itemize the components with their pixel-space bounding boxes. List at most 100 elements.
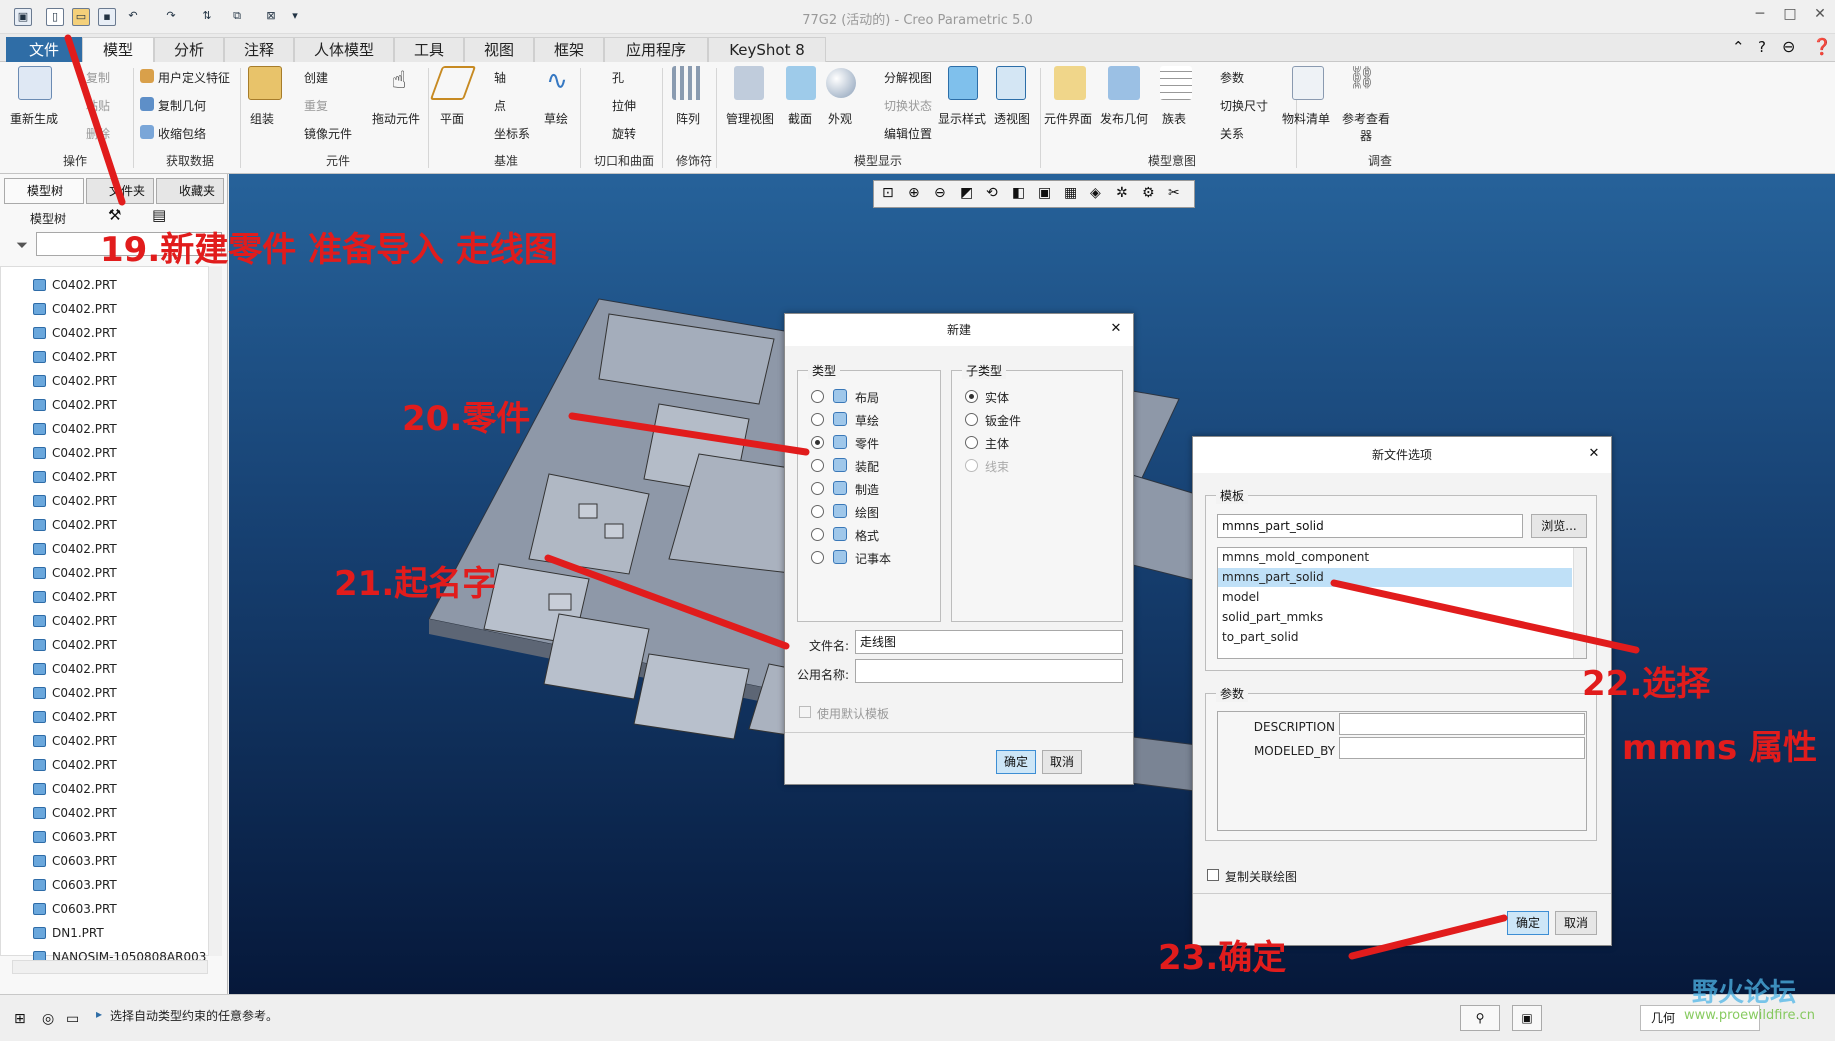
tree-item[interactable]: C0402.PRT <box>33 539 117 559</box>
new-file-icon[interactable]: ▯ <box>46 8 64 26</box>
template-option[interactable]: mmns_part_solid <box>1218 568 1572 587</box>
copy-drawings-checkbox[interactable] <box>1207 869 1219 881</box>
subtype-radio[interactable] <box>965 413 978 426</box>
sketch-button[interactable]: 草绘 <box>544 110 568 127</box>
close-icon[interactable]: ✕ <box>1585 445 1603 463</box>
help-center-icon[interactable]: ❓ <box>1812 37 1832 56</box>
type-radio[interactable] <box>811 390 824 403</box>
axis-button[interactable]: 轴 <box>494 69 506 86</box>
tab-model-tree[interactable]: 模型树 <box>4 178 84 204</box>
template-option[interactable]: to_part_solid <box>1218 628 1572 647</box>
relations-button[interactable]: 关系 <box>1220 125 1244 142</box>
tree-item[interactable]: C0402.PRT <box>33 347 117 367</box>
tree-item[interactable]: DN1.PRT <box>33 923 104 943</box>
tree-item[interactable]: C0402.PRT <box>33 467 117 487</box>
create-button[interactable]: 创建 <box>304 69 328 86</box>
section-button[interactable]: 截面 <box>788 110 812 127</box>
perspective-button[interactable]: 透视图 <box>994 110 1030 127</box>
tree-scrollbar[interactable] <box>208 266 222 956</box>
type-radio[interactable] <box>811 528 824 541</box>
windows-icon[interactable]: ⧉ <box>228 8 246 26</box>
ok-button[interactable]: 确定 <box>996 750 1036 774</box>
help-icon[interactable]: ? <box>1758 38 1766 56</box>
repeat-button[interactable]: 重复 <box>304 97 328 114</box>
tab-manikin[interactable]: 人体模型 <box>294 37 394 62</box>
tree-item[interactable]: C0402.PRT <box>33 299 117 319</box>
browser-icon[interactable]: ◎ <box>42 1011 54 1027</box>
type-radio[interactable] <box>811 482 824 495</box>
group-component[interactable]: 元件 <box>248 152 428 169</box>
tree-item[interactable]: C0402.PRT <box>33 587 117 607</box>
close-icon[interactable]: ✕ <box>1107 320 1125 338</box>
display-style-icon[interactable] <box>948 66 978 100</box>
template-input[interactable]: mmns_part_solid <box>1217 514 1523 538</box>
delete-button[interactable]: 删除 <box>86 125 110 142</box>
tree-item[interactable]: C0402.PRT <box>33 371 117 391</box>
tab-folder[interactable]: 文件夹 <box>86 178 154 204</box>
type-radio[interactable] <box>811 505 824 518</box>
customize-icon[interactable]: ▾ <box>286 8 304 26</box>
hole-button[interactable]: 孔 <box>612 69 624 86</box>
tree-item[interactable]: C0402.PRT <box>33 395 117 415</box>
template-option[interactable]: model <box>1218 588 1572 607</box>
tree-item[interactable]: C0402.PRT <box>33 443 117 463</box>
tree-item[interactable]: C0603.PRT <box>33 899 117 919</box>
selection-icon[interactable]: ▣ <box>1512 1005 1542 1031</box>
tree-item[interactable]: C0402.PRT <box>33 731 117 751</box>
bom-icon[interactable] <box>1292 66 1324 100</box>
edit-position-button[interactable]: 编辑位置 <box>884 125 932 142</box>
filter-icon[interactable]: ⏷ <box>16 236 28 254</box>
group-cut-surface[interactable]: 切口和曲面 <box>584 152 664 169</box>
copy-button[interactable]: 复制 <box>86 69 110 86</box>
family-table-button[interactable]: 族表 <box>1162 110 1186 127</box>
regenerate-icon[interactable] <box>18 66 52 100</box>
shrinkwrap-button[interactable]: 收缩包络 <box>158 125 206 142</box>
drag-button[interactable]: 拖动元件 <box>372 110 420 127</box>
pattern-button[interactable]: 阵列 <box>676 110 700 127</box>
tab-annotate[interactable]: 注释 <box>224 37 294 62</box>
type-radio[interactable] <box>811 413 824 426</box>
tree-item[interactable]: C0402.PRT <box>33 611 117 631</box>
group-modifiers[interactable]: 修饰符 <box>664 152 724 169</box>
user-icon[interactable]: ⊖ <box>1782 37 1795 56</box>
ref-viewer-icon[interactable]: ⛓ <box>1346 66 1378 100</box>
pattern-icon[interactable] <box>672 66 704 100</box>
subtype-radio[interactable] <box>965 436 978 449</box>
template-option[interactable]: mmns_mold_component <box>1218 548 1572 567</box>
minimize-icon[interactable]: ─ <box>1748 6 1772 26</box>
bom-button[interactable]: 物料清单 <box>1282 110 1330 127</box>
save-icon[interactable]: ▪ <box>98 8 116 26</box>
tab-view[interactable]: 视图 <box>464 37 534 62</box>
tab-analysis[interactable]: 分析 <box>154 37 224 62</box>
drag-icon[interactable]: ☝ <box>382 66 416 100</box>
point-button[interactable]: 点 <box>494 97 506 114</box>
regenerate-button[interactable]: 重新生成 <box>10 110 58 127</box>
app-menu-icon[interactable]: ▣ <box>14 8 32 26</box>
display-style-button[interactable]: 显示样式 <box>938 110 986 127</box>
default-template-checkbox[interactable] <box>799 706 811 718</box>
copy-geom-button[interactable]: 复制几何 <box>158 97 206 114</box>
collapse-ribbon-icon[interactable]: ⌃ <box>1732 38 1745 56</box>
manage-views-button[interactable]: 管理视图 <box>726 110 774 127</box>
tab-tools[interactable]: 工具 <box>394 37 464 62</box>
tab-applications[interactable]: 应用程序 <box>604 37 708 62</box>
common-name-input[interactable] <box>855 659 1123 683</box>
filename-input[interactable]: 走线图 <box>855 630 1123 654</box>
regenerate-small-icon[interactable]: ⇅ <box>198 8 216 26</box>
maximize-icon[interactable]: □ <box>1778 6 1802 26</box>
toggle-state-button[interactable]: 切换状态 <box>884 97 932 114</box>
tab-file[interactable]: 文件 <box>6 37 82 62</box>
close-icon[interactable]: ✕ <box>1808 6 1832 26</box>
tree-item[interactable]: C0402.PRT <box>33 755 117 775</box>
tree-item[interactable]: C0402.PRT <box>33 563 117 583</box>
close-window-icon[interactable]: ⊠ <box>262 8 280 26</box>
publish-geom-icon[interactable] <box>1108 66 1140 100</box>
cancel-button[interactable]: 取消 <box>1555 911 1597 935</box>
group-investigate[interactable]: 调查 <box>1300 152 1460 169</box>
subtype-radio[interactable] <box>965 459 978 472</box>
tree-hscrollbar[interactable] <box>12 960 208 974</box>
tab-model[interactable]: 模型 <box>82 37 154 62</box>
open-icon[interactable]: ▭ <box>72 8 90 26</box>
modeled-by-input[interactable] <box>1339 737 1585 759</box>
tree-item[interactable]: C0402.PRT <box>33 779 117 799</box>
